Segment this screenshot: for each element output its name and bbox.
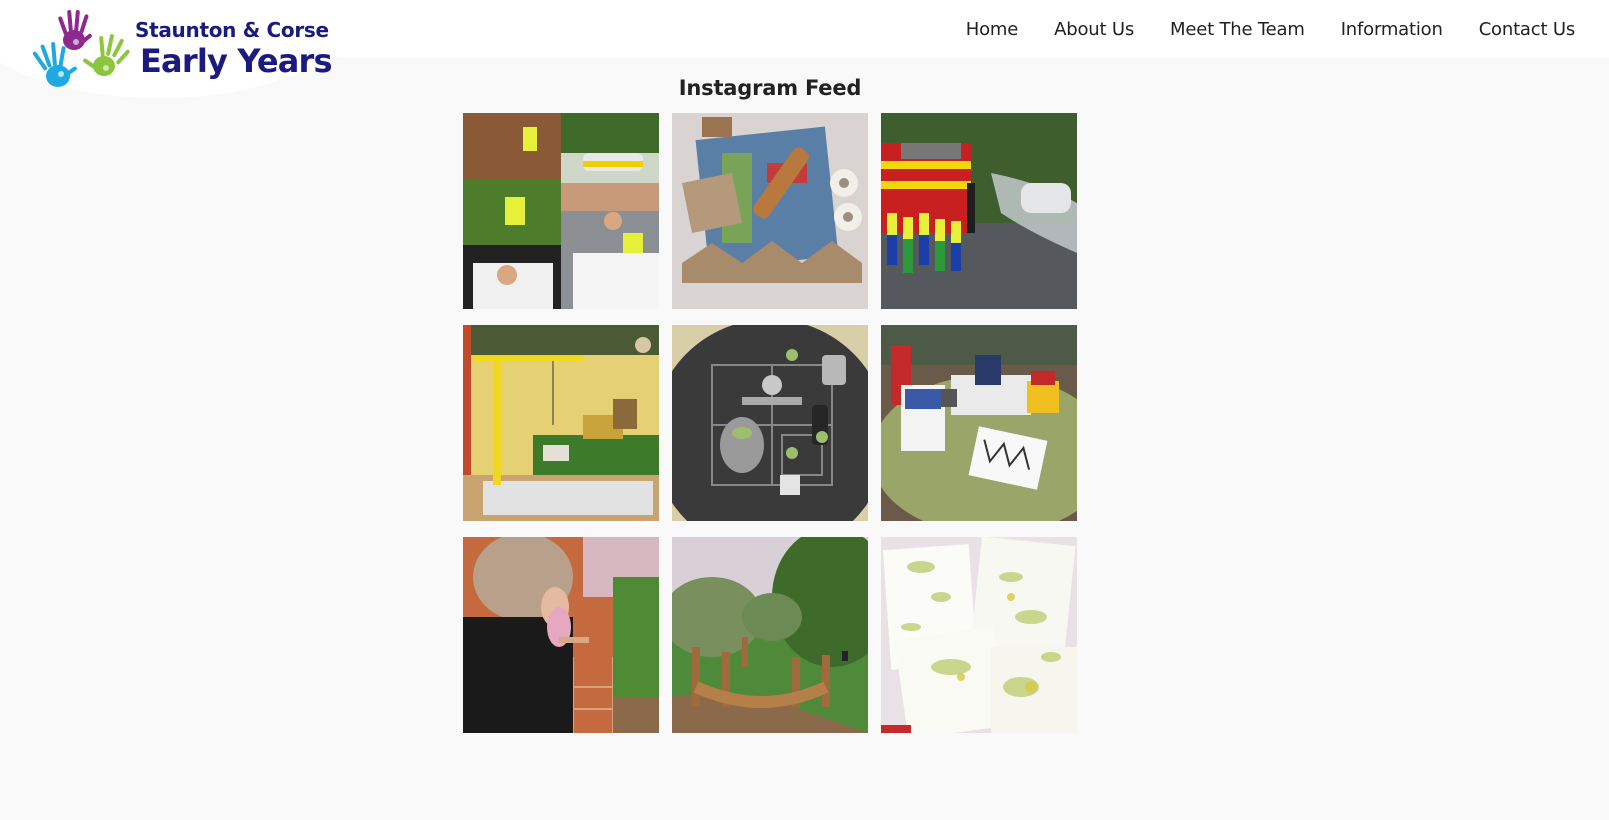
instagram-photo[interactable]	[463, 537, 659, 733]
instagram-photo[interactable]	[672, 113, 868, 309]
photo-police-visit	[463, 113, 659, 309]
brand-name-line2: Early Years	[140, 42, 333, 80]
nav-home[interactable]: Home	[966, 19, 1019, 45]
instagram-photo[interactable]	[463, 325, 659, 521]
photo-toy-crane	[463, 325, 659, 521]
instagram-photo[interactable]	[881, 537, 1077, 733]
instagram-photo[interactable]	[672, 537, 868, 733]
nav-meet-the-team[interactable]: Meet The Team	[1170, 19, 1305, 45]
photo-cardboard-play	[672, 113, 868, 309]
brand-name-line1: Staunton & Corse	[135, 18, 329, 42]
photo-garden-child	[463, 537, 659, 733]
main-nav: Home About Us Meet The Team Information …	[966, 19, 1575, 45]
instagram-grid	[463, 113, 1077, 733]
instagram-photo[interactable]	[881, 113, 1077, 309]
photo-playground-bridge	[672, 537, 868, 733]
instagram-photo[interactable]	[881, 325, 1077, 521]
photo-post-office	[881, 325, 1077, 521]
photo-scales-tray	[672, 325, 868, 521]
nav-information[interactable]: Information	[1341, 19, 1443, 45]
nav-about-us[interactable]: About Us	[1054, 19, 1134, 45]
instagram-photo[interactable]	[463, 113, 659, 309]
instagram-photo[interactable]	[672, 325, 868, 521]
instagram-feed-title: Instagram Feed	[678, 76, 862, 100]
photo-leaf-prints	[881, 537, 1077, 733]
nav-contact-us[interactable]: Contact Us	[1479, 19, 1576, 45]
photo-fire-engine	[881, 113, 1077, 309]
